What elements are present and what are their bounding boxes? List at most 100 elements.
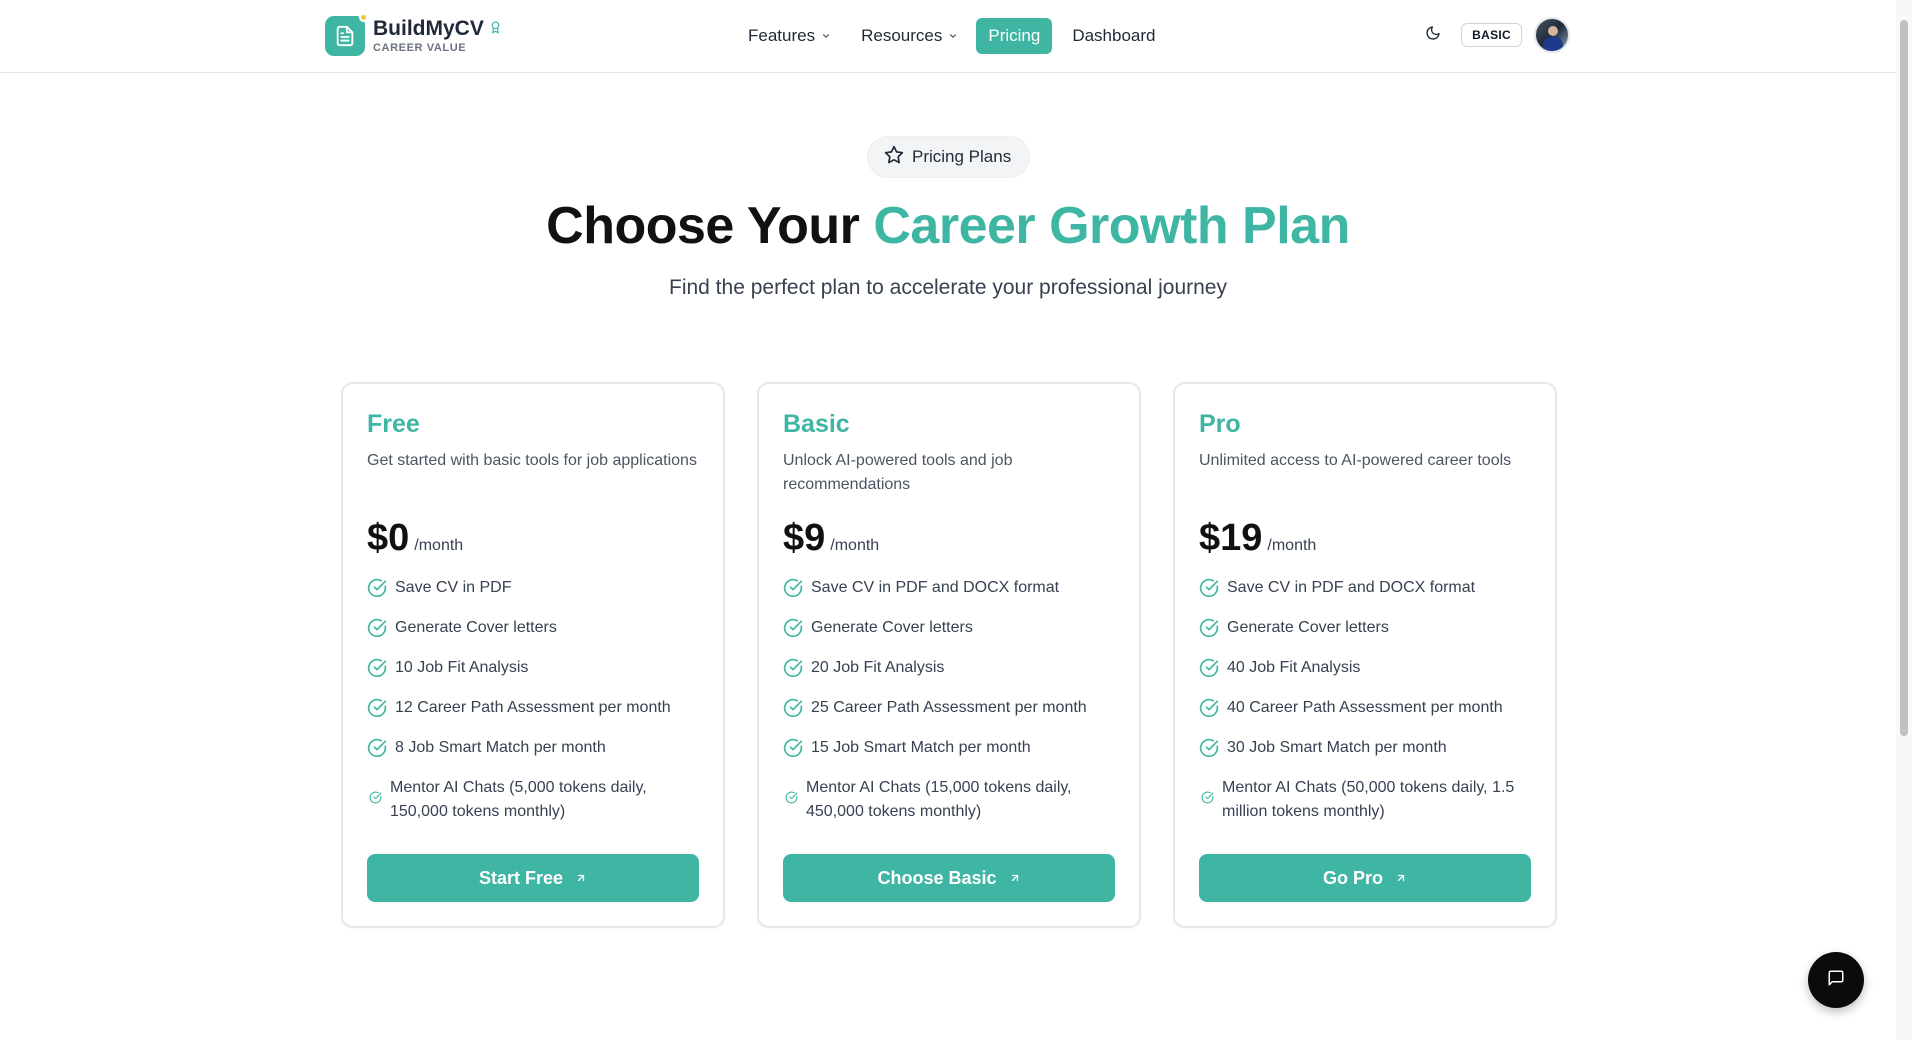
nav-resources[interactable]: Resources <box>849 18 970 54</box>
avatar-body <box>1543 37 1563 51</box>
scrollbar-thumb[interactable] <box>1900 20 1908 736</box>
plan-name: Basic <box>783 410 850 438</box>
feature-text: Mentor AI Chats (50,000 tokens daily, 1.… <box>1222 779 1515 820</box>
plan-description: Unlock AI-powered tools and job recommen… <box>783 452 1013 493</box>
nav-dashboard[interactable]: Dashboard <box>1060 18 1167 54</box>
feature-text: 40 Career Path Assessment per month <box>1227 699 1503 716</box>
document-icon <box>325 13 368 56</box>
feature-text: 40 Job Fit Analysis <box>1227 659 1361 676</box>
brand-logo-link[interactable]: BuildMyCV CAREER VALUE <box>325 13 502 56</box>
start-free-button[interactable]: Start Free <box>367 854 699 902</box>
feature-text: Mentor AI Chats (15,000 tokens daily, 45… <box>806 779 1072 820</box>
feature-text: 8 Job Smart Match per month <box>395 739 606 756</box>
nav-features[interactable]: Features <box>736 18 843 54</box>
feature-item: 10 Job Fit Analysis <box>367 656 699 680</box>
plan-name: Free <box>367 410 420 438</box>
plan-description: Unlimited access to AI-powered career to… <box>1199 452 1512 469</box>
feature-text: Generate Cover letters <box>811 619 973 636</box>
check-circle-icon <box>367 698 387 718</box>
chat-button[interactable] <box>1808 952 1864 1008</box>
plan-price: $0 <box>367 517 410 559</box>
price-row: $19 /month <box>1199 517 1531 560</box>
check-circle-icon <box>367 738 387 758</box>
check-circle-icon <box>783 698 803 718</box>
plan-badge: BASIC <box>1461 23 1522 47</box>
plan-price: $9 <box>783 517 826 559</box>
check-circle-icon <box>1199 618 1219 638</box>
chevron-down-icon <box>948 26 958 46</box>
feature-text: Generate Cover letters <box>395 619 557 636</box>
title-accent: Career Growth Plan <box>873 197 1350 255</box>
check-circle-icon <box>1201 788 1214 804</box>
nav-dashboard-label: Dashboard <box>1072 26 1156 45</box>
check-circle-icon <box>367 658 387 678</box>
pill-label: Pricing Plans <box>912 147 1012 166</box>
feature-list: Save CV in PDF and DOCX format Generate … <box>1199 576 1531 824</box>
plan-name: Pro <box>1199 410 1241 438</box>
nav-pricing[interactable]: Pricing <box>976 18 1053 54</box>
feature-item: Save CV in PDF and DOCX format <box>1199 576 1531 600</box>
check-circle-icon <box>785 788 798 804</box>
arrow-up-right-icon <box>1395 868 1407 889</box>
check-circle-icon <box>783 618 803 638</box>
feature-item: Generate Cover letters <box>783 616 1115 640</box>
feature-item: 15 Job Smart Match per month <box>783 736 1115 760</box>
feature-item: Mentor AI Chats (15,000 tokens daily, 45… <box>783 776 1115 824</box>
avatar-head <box>1548 26 1558 36</box>
cta-label: Choose Basic <box>877 867 997 888</box>
feature-item: 8 Job Smart Match per month <box>367 736 699 760</box>
go-pro-button[interactable]: Go Pro <box>1199 854 1531 902</box>
header-tools: BASIC <box>1415 17 1570 53</box>
cta-label: Start Free <box>478 867 564 888</box>
pricing-plans-pill: Pricing Plans <box>867 136 1031 178</box>
price-row: $0 /month <box>367 517 699 560</box>
user-avatar[interactable] <box>1534 17 1570 53</box>
feature-text: Save CV in PDF <box>395 579 512 596</box>
nav-resources-label: Resources <box>861 26 943 45</box>
check-circle-icon <box>1199 738 1219 758</box>
choose-basic-button[interactable]: Choose Basic <box>783 854 1115 902</box>
feature-list: Save CV in PDF and DOCX format Generate … <box>783 576 1115 824</box>
feature-text: 30 Job Smart Match per month <box>1227 739 1447 756</box>
check-circle-icon <box>783 738 803 758</box>
feature-text: Save CV in PDF and DOCX format <box>811 579 1060 596</box>
feature-item: Save CV in PDF <box>367 576 699 600</box>
brand-name: BuildMyCV <box>373 17 484 40</box>
feature-item: 12 Career Path Assessment per month <box>367 696 699 720</box>
top-navbar: BuildMyCV CAREER VALUE Features Resource… <box>0 0 1896 73</box>
feature-item: Save CV in PDF and DOCX format <box>783 576 1115 600</box>
plan-period: /month <box>830 537 880 554</box>
check-circle-icon <box>369 788 382 804</box>
feature-list: Save CV in PDF Generate Cover letters 10… <box>367 576 699 824</box>
check-circle-icon <box>367 618 387 638</box>
feature-item: Mentor AI Chats (50,000 tokens daily, 1.… <box>1199 776 1531 824</box>
feature-item: 40 Job Fit Analysis <box>1199 656 1531 680</box>
feature-text: Generate Cover letters <box>1227 619 1389 636</box>
check-circle-icon <box>783 578 803 598</box>
check-circle-icon <box>1199 698 1219 718</box>
chevron-down-icon <box>821 26 831 46</box>
feature-text: Save CV in PDF and DOCX format <box>1227 579 1476 596</box>
brand-logo-dot <box>359 13 368 22</box>
nav-features-label: Features <box>748 26 816 45</box>
feature-item: Generate Cover letters <box>1199 616 1531 640</box>
brand-tagline: CAREER VALUE <box>373 42 467 54</box>
plan-card-basic: Basic Unlock AI-powered tools and job re… <box>757 382 1141 928</box>
check-circle-icon <box>1199 658 1219 678</box>
plan-card-free: Free Get started with basic tools for jo… <box>341 382 725 928</box>
check-circle-icon <box>1199 578 1219 598</box>
feature-item: 40 Career Path Assessment per month <box>1199 696 1531 720</box>
plan-card-pro: Pro Unlimited access to AI-powered caree… <box>1173 382 1557 928</box>
plan-description: Get started with basic tools for job app… <box>367 452 697 469</box>
feature-item: 30 Job Smart Match per month <box>1199 736 1531 760</box>
moon-icon <box>1425 25 1441 46</box>
plan-period: /month <box>414 537 464 554</box>
theme-toggle-button[interactable] <box>1415 17 1451 53</box>
main-nav: Features Resources Pricing Dashboard <box>736 18 1168 54</box>
feature-item: 20 Job Fit Analysis <box>783 656 1115 680</box>
feature-text: 20 Job Fit Analysis <box>811 659 945 676</box>
feature-item: Mentor AI Chats (5,000 tokens daily, 150… <box>367 776 699 824</box>
page-scrollbar[interactable] <box>1896 0 1912 1040</box>
check-circle-icon <box>367 578 387 598</box>
star-icon <box>884 145 904 170</box>
